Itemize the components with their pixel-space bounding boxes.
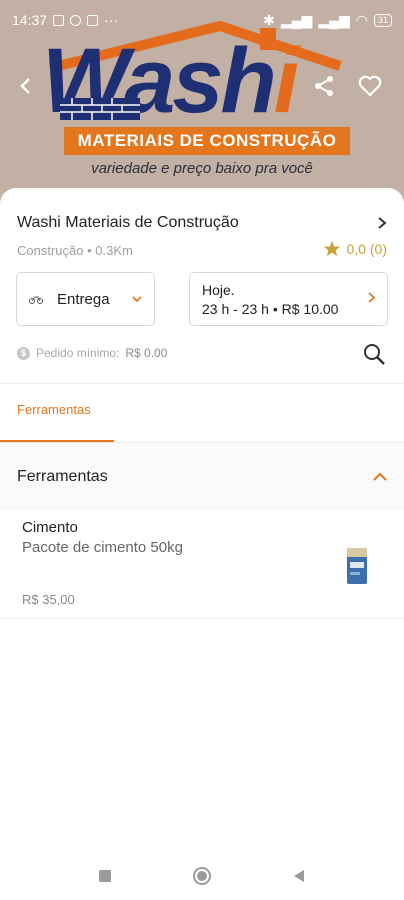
home-button[interactable] [193, 867, 211, 885]
minimum-order-label: Pedido mínimo: [36, 346, 120, 360]
back-button[interactable] [8, 68, 44, 104]
logo-subtitle: MATERIAIS DE CONSTRUÇÃO [64, 127, 350, 155]
store-details-sheet: Washi Materiais de Construção Construção… [0, 188, 404, 900]
divider [0, 618, 404, 619]
minimum-order: $ Pedido mínimo: R$ 0.00 [17, 346, 167, 360]
share-icon [315, 76, 333, 96]
store-category-distance: Construção • 0.3Km [17, 243, 133, 258]
section-title: Ferramentas [17, 467, 108, 485]
schedule-select[interactable]: Hoje. 23 h - 23 h • R$ 10.00 [189, 272, 388, 326]
battery-icon: 31 [373, 13, 392, 27]
store-name: Washi Materiais de Construção [17, 214, 239, 231]
product-item[interactable]: Cimento Pacote de cimento 50kg R$ 35,00 [0, 510, 404, 618]
delivery-mode-select[interactable]: Entrega [16, 272, 155, 326]
system-navigation-bar [0, 852, 404, 900]
product-description: Pacote de cimento 50kg [22, 539, 183, 556]
tab-ferramentas[interactable]: Ferramentas [0, 384, 114, 442]
store-title-row[interactable]: Washi Materiais de Construção [17, 214, 387, 232]
share-button[interactable] [306, 68, 342, 104]
logo-tagline: variedade e preço baixo pra você [91, 160, 313, 177]
chevron-right-icon [368, 292, 375, 303]
delivery-mode-label: Entrega [57, 290, 110, 308]
rating-value: 0,0 (0) [346, 240, 387, 257]
home-icon [197, 871, 207, 881]
heart-icon [358, 75, 382, 97]
store-banner: 14:37 ··· ✱ ▂▄▆ ▂▄▆ ◠ 31 Washi MATERIAIS… [0, 0, 404, 215]
recents-button[interactable] [99, 870, 111, 882]
search-icon[interactable] [362, 342, 386, 366]
schedule-details: 23 h - 23 h • R$ 10.00 [202, 301, 339, 317]
wifi-icon: ◠ [355, 11, 368, 28]
star-icon [323, 240, 340, 257]
back-nav-button[interactable] [293, 869, 305, 883]
favorite-button[interactable] [352, 68, 388, 104]
minimum-order-value: R$ 0.00 [125, 346, 168, 360]
coin-icon: $ [17, 346, 30, 360]
bike-icon [29, 296, 43, 304]
chevron-left-icon [20, 78, 30, 94]
chevron-up-icon [373, 472, 387, 481]
chevron-right-icon [378, 217, 387, 229]
chevron-down-icon [132, 295, 142, 302]
category-section-header[interactable]: Ferramentas [0, 443, 404, 510]
store-rating: 0,0 (0) [323, 240, 387, 257]
bricks-logo-graphic [60, 98, 140, 120]
schedule-day: Hoje. [202, 282, 235, 298]
product-name: Cimento [22, 519, 78, 536]
cement-bag-image [347, 548, 367, 584]
product-price: R$ 35,00 [22, 592, 75, 607]
